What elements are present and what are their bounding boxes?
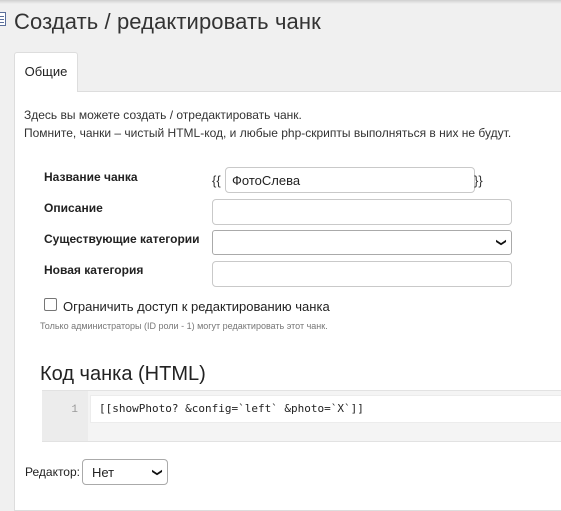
document-icon xyxy=(0,12,6,26)
new-category-input[interactable] xyxy=(212,261,512,287)
restrict-access-label[interactable]: Ограничить доступ к редактированию чанка xyxy=(63,299,330,314)
restrict-access-checkbox[interactable] xyxy=(44,298,57,311)
editor-label: Редактор: xyxy=(25,465,80,479)
chevron-down-icon: ❯ xyxy=(151,468,163,477)
description-label: Описание xyxy=(44,201,103,215)
intro-text: Здесь вы можете создать / отредактироват… xyxy=(24,106,511,142)
editor-select[interactable]: Нет ❯ xyxy=(82,459,168,485)
existing-categories-label: Существующие категории xyxy=(44,232,200,246)
brace-open: {{ xyxy=(212,173,221,188)
description-input[interactable] xyxy=(212,199,512,225)
code-section-title: Код чанка (HTML) xyxy=(40,363,206,385)
chunk-name-input[interactable] xyxy=(225,167,475,193)
tab-general[interactable]: Общие xyxy=(14,52,78,92)
page-title: Создать / редактировать чанк xyxy=(14,9,321,34)
editor-gutter: 1 xyxy=(42,391,88,441)
brace-close: }} xyxy=(474,173,483,188)
existing-categories-select[interactable]: ❯ xyxy=(212,230,512,255)
code-editor[interactable]: 1 [[showPhoto? &config=`left` &photo=`X`… xyxy=(42,390,561,442)
chunk-name-label: Название чанка xyxy=(44,170,138,184)
intro-line-2: Помните, чанки – чистый HTML-код, и любы… xyxy=(24,126,512,140)
new-category-label: Новая категория xyxy=(44,263,144,277)
code-line-area[interactable]: [[showPhoto? &config=`left` &photo=`X`]] xyxy=(90,395,561,423)
code-line[interactable]: [[showPhoto? &config=`left` &photo=`X`]] xyxy=(99,402,364,415)
restrict-access-hint: Только администраторы (ID роли - 1) могу… xyxy=(40,321,328,331)
window-top-edge xyxy=(0,0,561,4)
line-number: 1 xyxy=(71,404,78,416)
chevron-down-icon: ❯ xyxy=(495,238,507,247)
intro-line-1: Здесь вы можете создать / отредактироват… xyxy=(24,108,302,122)
editor-select-value: Нет xyxy=(92,465,115,480)
